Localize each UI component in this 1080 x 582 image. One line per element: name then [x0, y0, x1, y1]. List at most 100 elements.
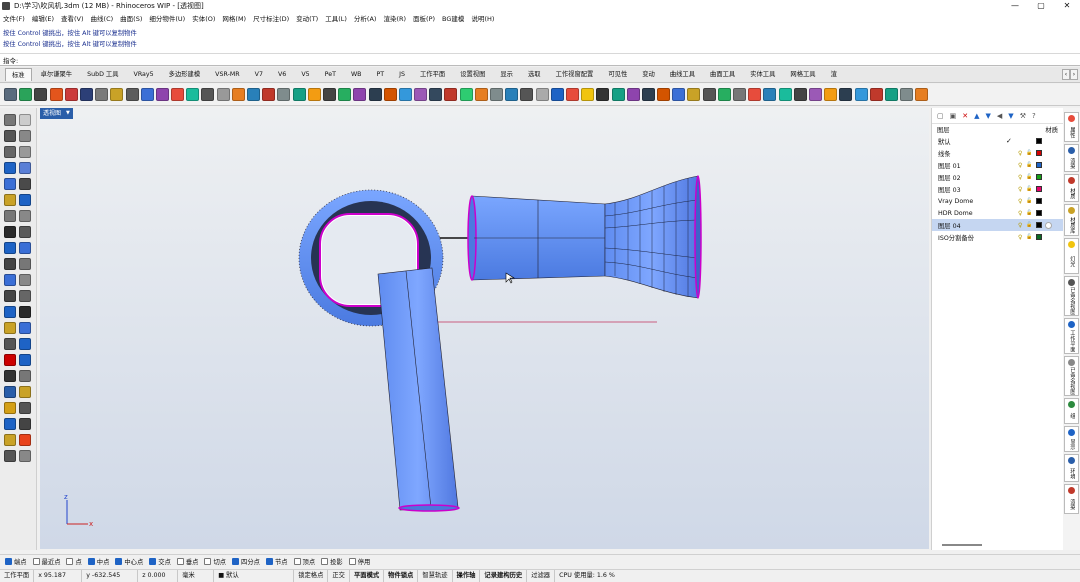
menu-item[interactable]: BG建模	[442, 13, 464, 23]
osnap-option[interactable]: 切点	[204, 557, 226, 566]
menu-item[interactable]: 变动(T)	[296, 13, 318, 23]
toolbar-tab[interactable]: VRay5	[128, 68, 160, 81]
toolbar-tab[interactable]: 显示	[494, 68, 519, 81]
left-tool-icon[interactable]	[19, 434, 31, 446]
osnap-checkbox[interactable]	[348, 558, 356, 565]
left-tool-icon[interactable]	[4, 194, 16, 206]
tool-icon[interactable]	[383, 88, 397, 101]
new-layer-icon[interactable]: ▢	[937, 112, 944, 120]
tool-icon[interactable]	[900, 88, 914, 101]
layer-color-swatch[interactable]	[1036, 222, 1042, 228]
menu-item[interactable]: 曲面(S)	[120, 13, 142, 23]
toolbar-tab[interactable]: 可见性	[602, 68, 633, 81]
left-tool-icon[interactable]	[19, 386, 31, 398]
osnap-toggle[interactable]: 物件锁点	[384, 569, 419, 582]
lock-icon[interactable]: 🔓	[1026, 174, 1032, 180]
left-tool-icon[interactable]	[19, 290, 31, 302]
left-tool-icon[interactable]	[19, 338, 31, 350]
tool-icon[interactable]	[793, 88, 807, 101]
layer-color-swatch[interactable]	[1036, 234, 1042, 240]
visibility-bulb-icon[interactable]: ♀	[1018, 150, 1022, 157]
tool-icon[interactable]	[884, 88, 898, 101]
tool-icon[interactable]	[231, 88, 245, 101]
move-out-icon[interactable]: ◀	[997, 112, 1002, 120]
osnap-option[interactable]: 节点	[265, 557, 288, 566]
layer-row[interactable]: 图层 02 ♀ 🔓	[932, 171, 1063, 183]
left-tool-icon[interactable]	[4, 258, 16, 270]
toolbar-tab[interactable]: 网格工具	[784, 68, 821, 81]
visibility-bulb-icon[interactable]: ♀	[1018, 162, 1022, 169]
tool-icon[interactable]	[687, 88, 701, 101]
left-tool-icon[interactable]	[4, 322, 16, 334]
osnap-checkbox[interactable]	[204, 558, 212, 565]
side-tab[interactable]: 已命名视图	[1064, 276, 1079, 316]
tool-icon[interactable]	[611, 88, 625, 101]
layer-row[interactable]: 线条 ♀ 🔓	[932, 147, 1063, 159]
minimize-button[interactable]: —	[1002, 0, 1028, 12]
toolbar-tab[interactable]: 实体工具	[744, 68, 781, 81]
move-up-icon[interactable]: ▲	[974, 112, 979, 120]
layer-row[interactable]: 图层 03 ♀ 🔓	[932, 183, 1063, 195]
gumball-toggle[interactable]: 操作轴	[453, 569, 481, 582]
tool-icon[interactable]	[277, 88, 291, 101]
osnap-option[interactable]: 端点	[5, 557, 27, 566]
filter-button[interactable]: 过滤器	[527, 569, 556, 582]
tool-icon[interactable]	[657, 88, 671, 101]
tool-icon[interactable]	[641, 88, 655, 101]
tool-icon[interactable]	[459, 88, 473, 101]
side-tab[interactable]: 环境	[1064, 454, 1079, 482]
left-tool-icon[interactable]	[19, 210, 31, 222]
osnap-option[interactable]: 中点	[87, 557, 109, 566]
side-tab[interactable]: 渲染	[1064, 144, 1079, 172]
tool-icon[interactable]	[672, 88, 686, 101]
side-tab[interactable]: 已命名视图	[1064, 356, 1079, 396]
osnap-checkbox[interactable]	[66, 558, 74, 565]
left-tool-icon[interactable]	[19, 306, 31, 318]
tool-icon[interactable]	[171, 88, 185, 101]
tool-icon[interactable]	[216, 88, 230, 101]
left-tool-icon[interactable]	[19, 194, 31, 206]
side-tab[interactable]: 灯光	[1064, 238, 1079, 274]
lock-icon[interactable]: 🔓	[1026, 150, 1032, 156]
tool-icon[interactable]	[322, 88, 336, 101]
layer-color-swatch[interactable]	[1036, 186, 1042, 192]
tool-icon[interactable]	[626, 88, 640, 101]
left-tool-icon[interactable]	[4, 130, 16, 142]
tool-icon[interactable]	[4, 88, 17, 101]
layer-row[interactable]: ISO分割备份 ♀ 🔓	[932, 231, 1063, 243]
tab-scroll-left-button[interactable]: ‹	[1062, 69, 1070, 80]
left-tool-icon[interactable]	[19, 226, 31, 238]
menu-item[interactable]: 曲线(C)	[91, 13, 114, 23]
tool-icon[interactable]	[292, 88, 306, 101]
layer-color-swatch[interactable]	[1036, 210, 1042, 216]
tool-icon[interactable]	[19, 88, 33, 101]
layer-row[interactable]: 默认 ✓	[932, 135, 1063, 147]
osnap-option[interactable]: 中心点	[115, 557, 143, 566]
left-tool-icon[interactable]	[4, 418, 16, 430]
tool-icon[interactable]	[186, 88, 200, 101]
menu-item[interactable]: 说明(H)	[471, 13, 494, 23]
side-tab[interactable]: 材质	[1064, 174, 1079, 202]
osnap-option[interactable]: 垂点	[176, 557, 198, 566]
osnap-checkbox[interactable]	[232, 558, 240, 565]
tool-icon[interactable]	[368, 88, 382, 101]
current-layer[interactable]: ■ 默认	[214, 569, 295, 582]
osnap-option[interactable]: 四分点	[232, 557, 260, 566]
tool-icon[interactable]	[854, 88, 868, 101]
tool-icon[interactable]	[201, 88, 215, 101]
toolbar-tab[interactable]: 曲线工具	[664, 68, 701, 81]
left-tool-icon[interactable]	[19, 130, 31, 142]
left-tool-icon[interactable]	[4, 178, 16, 190]
tool-icon[interactable]	[490, 88, 503, 101]
tool-icon[interactable]	[581, 88, 595, 101]
left-tool-icon[interactable]	[19, 114, 31, 126]
visibility-bulb-icon[interactable]: ♀	[1018, 174, 1022, 181]
toolbar-tab[interactable]: V6	[272, 68, 292, 81]
left-tool-icon[interactable]	[4, 386, 16, 398]
left-tool-icon[interactable]	[19, 258, 31, 270]
layer-row[interactable]: 图层 01 ♀ 🔓	[932, 159, 1063, 171]
cplane-label[interactable]: 工作平面	[0, 569, 35, 582]
left-tool-icon[interactable]	[4, 354, 16, 366]
menu-item[interactable]: 渲染(R)	[383, 13, 406, 23]
perspective-viewport[interactable]: 透视图 ▼ z x	[40, 108, 929, 549]
